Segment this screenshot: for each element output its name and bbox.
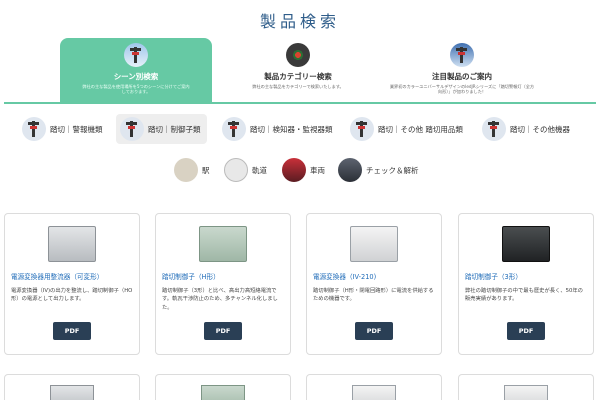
product-card[interactable]: 電源変換器（IV-210) 踏切制御子（H形・閉電回路形）に電流を供給するための…	[306, 213, 442, 355]
pdf-button[interactable]: PDF	[355, 322, 393, 340]
tab-desc: 弊社の主な製品をカテゴリーで検索いたします。	[252, 84, 344, 89]
product-desc: 電源変換器（IV)の出力を整流し、踏切制御子（HO形）の電源として出力します。	[11, 288, 133, 303]
scene-track[interactable]: 軌道	[220, 155, 267, 185]
product-card[interactable]: 電源変換器用整流器（可変形） 電源変換器（IV)の出力を整流し、踏切制御子（HO…	[4, 213, 140, 355]
tab-featured-products[interactable]: 注目製品のご案内 業界初のカラーユニバーサルデザインのledJRシリーズに「踏切…	[384, 38, 540, 102]
product-image	[199, 226, 247, 262]
product-image	[201, 385, 245, 400]
product-name[interactable]: 電源変換器（IV-210)	[313, 271, 435, 281]
tab-desc: 弊社の主な製品を使用場所を5つのシーンに分けてご案内しております。	[82, 84, 190, 95]
scene-label: 踏切｜検知器・監視器類	[250, 124, 333, 134]
tab-scene-search[interactable]: シーン別検索 弊社の主な製品を使用場所を5つのシーンに分けてご案内しております。	[60, 38, 212, 102]
pdf-button[interactable]: PDF	[204, 322, 242, 340]
product-card[interactable]	[306, 374, 442, 400]
station-icon	[174, 158, 198, 182]
category-icon	[286, 43, 310, 67]
product-card[interactable]	[458, 374, 594, 400]
product-card[interactable]: 踏切制御子（3形） 弊社の踏切制御子の中で最も歴史が長く、50年の販売実績があり…	[458, 213, 594, 355]
product-name[interactable]: 電源変換器用整流器（可変形）	[11, 271, 133, 281]
scene-crossing-controllers[interactable]: 踏切｜制御子類	[116, 114, 207, 144]
tab-category-search[interactable]: 製品カテゴリー検索 弊社の主な製品をカテゴリーで検索いたします。	[222, 38, 374, 102]
scene-vehicle[interactable]: 車両	[278, 155, 325, 185]
product-image	[50, 385, 94, 400]
product-desc: 踏切制御子（3形）と比べ、高出力高短絡電流です。軌瓦干渉防止のため、多チャンネル…	[162, 288, 278, 311]
scene-label: 踏切｜その他機器	[510, 124, 570, 134]
product-image	[48, 226, 96, 262]
product-image	[352, 385, 396, 400]
tab-title: 注目製品のご案内	[432, 72, 492, 81]
railway-signal-icon	[124, 43, 148, 67]
product-desc: 弊社の踏切制御子の中で最も歴史が長く、50年の販売実績があります。	[465, 288, 583, 303]
scene-crossing-alarms[interactable]: 踏切｜警報機類	[18, 114, 103, 144]
scene-crossing-supplies[interactable]: 踏切｜その他 踏切用品類	[346, 114, 463, 144]
product-card[interactable]	[155, 374, 291, 400]
scene-label: 踏切｜その他 踏切用品類	[378, 124, 463, 134]
tabs-divider	[4, 102, 596, 104]
product-desc: 踏切制御子（H形・閉電回路形）に電流を供給するための機器です。	[313, 288, 434, 303]
scene-crossing-other[interactable]: 踏切｜その他機器	[478, 114, 570, 144]
railway-signal-icon	[222, 117, 246, 141]
scene-station[interactable]: 駅	[170, 155, 210, 185]
tab-title: シーン別検索	[113, 72, 159, 81]
scene-list-crossing: 踏切｜警報機類 踏切｜制御子類 踏切｜検知器・監視器類 踏切｜その他 踏切用品類…	[0, 114, 600, 146]
product-card[interactable]: 踏切制御子（H形） 踏切制御子（3形）と比べ、高出力高短絡電流です。軌瓦干渉防止…	[155, 213, 291, 355]
scene-label: 車両	[310, 165, 325, 175]
railway-signal-icon	[350, 117, 374, 141]
scene-check-analysis[interactable]: チェック＆解析	[334, 155, 419, 185]
tab-title: 製品カテゴリー検索	[264, 72, 332, 81]
scene-label: 踏切｜制御子類	[148, 124, 201, 134]
pdf-button[interactable]: PDF	[53, 322, 91, 340]
railway-signal-icon	[482, 117, 506, 141]
scene-list-other: 駅 軌道 車両 チェック＆解析	[0, 155, 600, 185]
product-list: 電源変換器用整流器（可変形） 電源変換器（IV)の出力を整流し、踏切制御子（HO…	[0, 213, 600, 400]
product-name[interactable]: 踏切制御子（3形）	[465, 271, 587, 281]
product-name[interactable]: 踏切制御子（H形）	[162, 271, 284, 281]
page-title: 製品検索	[259, 12, 340, 31]
tab-desc: 業界初のカラーユニバーサルデザインのledJRシリーズに「踏切警報灯（全方向形）…	[389, 84, 535, 95]
scene-crossing-detectors[interactable]: 踏切｜検知器・監視器類	[218, 114, 333, 144]
train-icon	[282, 158, 306, 182]
scene-label: 駅	[202, 165, 210, 175]
scene-label: チェック＆解析	[366, 165, 419, 175]
product-image	[504, 385, 548, 400]
warning-light-icon	[450, 43, 474, 67]
railway-signal-icon	[22, 117, 46, 141]
search-tabs: シーン別検索 弊社の主な製品を使用場所を5つのシーンに分けてご案内しております。…	[0, 38, 600, 104]
scene-label: 軌道	[252, 165, 267, 175]
product-card[interactable]	[4, 374, 140, 400]
product-image	[350, 226, 398, 262]
analysis-icon	[338, 158, 362, 182]
pdf-button[interactable]: PDF	[507, 322, 545, 340]
scene-label: 踏切｜警報機類	[50, 124, 103, 134]
railway-signal-icon	[120, 117, 144, 141]
product-image	[502, 226, 550, 262]
track-icon	[224, 158, 248, 182]
